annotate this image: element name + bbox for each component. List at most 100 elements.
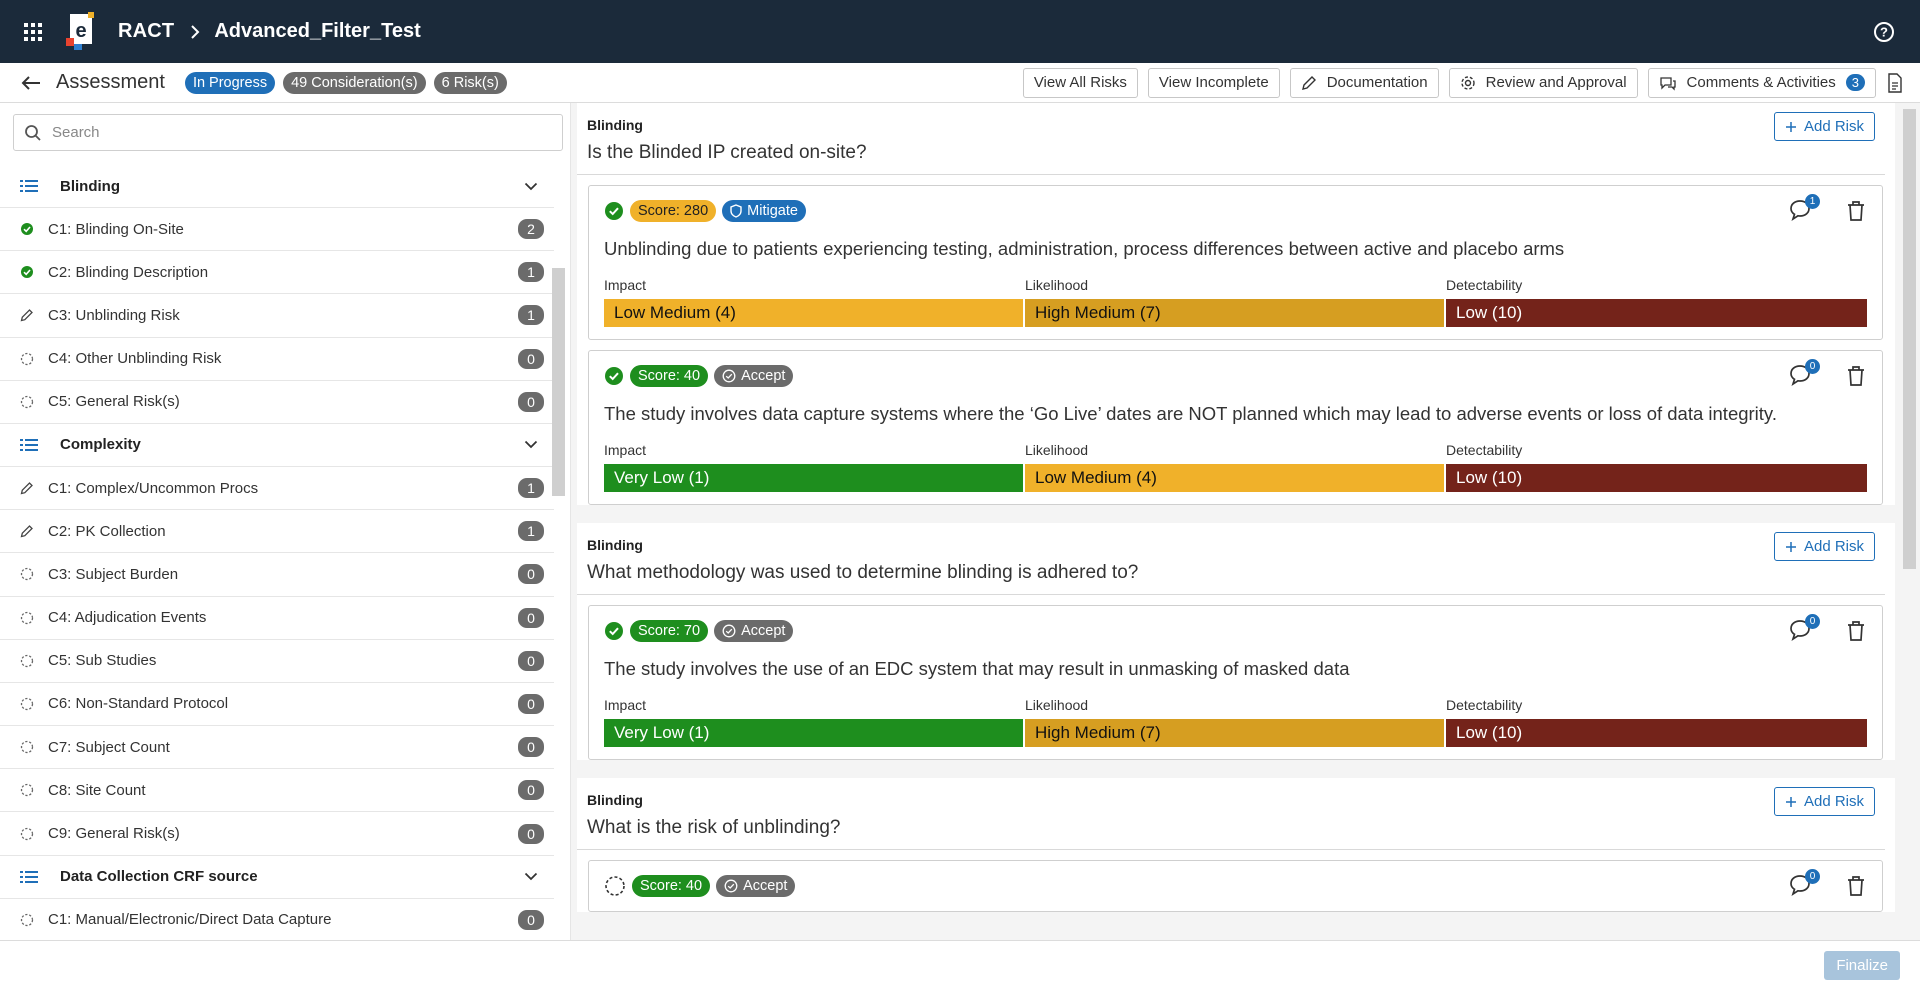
impact-label: Impact <box>604 697 647 713</box>
dashed-circle-icon <box>20 395 34 409</box>
sidebar-item[interactable]: C8: Site Count 0 <box>0 769 554 813</box>
sidebar-group-header[interactable]: Complexity <box>0 424 554 467</box>
risk-action-label: Accept <box>743 878 788 894</box>
likelihood-metric: Likelihood High Medium (7) <box>1025 277 1446 327</box>
risk-card-header: Score: 40 Accept <box>604 363 1867 389</box>
sidebar-item[interactable]: C4: Other Unblinding Risk 0 <box>0 338 554 381</box>
sidebar-item[interactable]: C7: Subject Count 0 <box>0 726 554 770</box>
view-all-risks-button[interactable]: View All Risks <box>1022 67 1138 98</box>
comment-icon[interactable]: 1 <box>1788 194 1820 226</box>
sidebar-item[interactable]: C1: Manual/Electronic/Direct Data Captur… <box>0 899 554 942</box>
likelihood-label: Likelihood <box>1025 277 1089 293</box>
likelihood-metric: Likelihood High Medium (7) <box>1025 697 1446 747</box>
comments-count-badge: 3 <box>1845 74 1865 91</box>
back-arrow-icon[interactable] <box>18 70 44 96</box>
comment-count-badge: 1 <box>1805 194 1820 209</box>
sidebar-group-header[interactable]: Blinding <box>0 165 554 208</box>
comment-icon[interactable]: 0 <box>1788 359 1820 391</box>
add-risk-button[interactable]: Add Risk <box>1773 787 1875 816</box>
sidebar-item[interactable]: C2: PK Collection 1 <box>0 510 554 554</box>
comment-icon[interactable]: 0 <box>1788 614 1820 646</box>
dashed-circle-icon <box>20 567 34 581</box>
sidebar-item[interactable]: C5: Sub Studies 0 <box>0 640 554 683</box>
chevron-down-icon[interactable] <box>524 182 538 191</box>
sidebar-item[interactable]: C1: Blinding On-Site 2 <box>0 208 554 252</box>
risk-action-badge: Accept <box>714 620 794 642</box>
likelihood-value[interactable]: Low Medium (4) <box>1025 464 1444 492</box>
sidebar-item-count: 0 <box>518 909 544 930</box>
review-approval-button[interactable]: Review and Approval <box>1448 67 1638 98</box>
dashed-circle-icon <box>20 352 34 366</box>
sidebar-item-label: C2: Blinding Description <box>48 263 209 281</box>
impact-label: Impact <box>604 442 647 458</box>
sidebar-item[interactable]: C3: Subject Burden 0 <box>0 553 554 597</box>
app-grid-icon[interactable] <box>18 17 48 47</box>
assessment-header: Assessment In Progress 49 Consideration(… <box>0 63 1920 103</box>
list-icon <box>20 438 38 452</box>
sidebar-item[interactable]: C1: Complex/Uncommon Procs 1 <box>0 467 554 511</box>
check-circle-icon <box>20 265 34 279</box>
sidebar-item[interactable]: C9: General Risk(s) 0 <box>0 812 554 856</box>
detectability-value[interactable]: Low (10) <box>1446 464 1867 492</box>
trash-icon[interactable] <box>1846 365 1870 389</box>
finalize-button[interactable]: Finalize <box>1824 951 1900 980</box>
add-risk-button[interactable]: Add Risk <box>1773 532 1875 561</box>
detectability-value[interactable]: Low (10) <box>1446 299 1867 327</box>
pencil-icon <box>20 524 34 538</box>
export-document-icon[interactable] <box>1884 68 1906 98</box>
risk-card: Score: 40 Accept 0 The study involves data … <box>588 350 1883 505</box>
sidebar-item[interactable]: C6: Non-Standard Protocol 0 <box>0 683 554 727</box>
chevron-down-icon[interactable] <box>524 872 538 881</box>
help-icon[interactable]: ? <box>1870 18 1898 46</box>
considerations-badge: 49 Consideration(s) <box>283 71 426 94</box>
sidebar-scrollbar[interactable] <box>552 268 565 496</box>
likelihood-value[interactable]: High Medium (7) <box>1025 719 1444 747</box>
trash-icon[interactable] <box>1846 620 1870 644</box>
risks-badge: 6 Risk(s) <box>433 71 507 94</box>
trash-icon[interactable] <box>1846 200 1870 224</box>
gear-icon <box>1460 75 1475 90</box>
content-scrollbar[interactable] <box>1903 109 1916 569</box>
chevron-down-icon[interactable] <box>524 440 538 449</box>
sidebar-item-count: 1 <box>518 478 544 499</box>
divider <box>577 174 1885 175</box>
search-input[interactable] <box>52 124 532 141</box>
add-risk-button[interactable]: Add Risk <box>1773 112 1875 141</box>
plus-icon <box>1785 121 1804 133</box>
divider <box>577 594 1885 595</box>
detectability-metric: Detectability Low (10) <box>1446 442 1867 492</box>
sidebar-item[interactable]: C4: Adjudication Events 0 <box>0 597 554 640</box>
sidebar-item-label: C4: Other Unblinding Risk <box>48 350 222 368</box>
detectability-label: Detectability <box>1446 697 1523 713</box>
sidebar-group-header[interactable]: Data Collection CRF source <box>0 856 554 899</box>
sidebar-item-count: 2 <box>518 219 544 240</box>
sidebar-item[interactable]: C5: General Risk(s) 0 <box>0 381 554 424</box>
question-text: Is the Blinded IP created on-site? <box>587 142 867 163</box>
impact-value[interactable]: Low Medium (4) <box>604 299 1023 327</box>
documentation-button[interactable]: Documentation <box>1289 67 1439 98</box>
sidebar-item[interactable]: C2: Blinding Description 1 <box>0 251 554 295</box>
risk-card-actions: 0 <box>1788 359 1870 391</box>
view-incomplete-button[interactable]: View Incomplete <box>1147 67 1280 98</box>
plus-icon <box>1785 796 1804 808</box>
detectability-value[interactable]: Low (10) <box>1446 719 1867 747</box>
comment-count-badge: 0 <box>1805 359 1820 374</box>
impact-value[interactable]: Very Low (1) <box>604 464 1023 492</box>
sidebar-item[interactable]: C3: Unblinding Risk 1 <box>0 294 554 338</box>
pencil-icon <box>1301 75 1316 90</box>
sidebar-item-label: C5: Sub Studies <box>48 652 157 670</box>
list-icon <box>20 870 38 884</box>
app-name[interactable]: RACT <box>118 20 174 43</box>
comment-icon[interactable]: 0 <box>1788 869 1820 901</box>
impact-value[interactable]: Very Low (1) <box>604 719 1023 747</box>
review-approval-label: Review and Approval <box>1485 74 1627 91</box>
risk-card-header: Score: 280 Mitigate <box>604 198 1867 224</box>
likelihood-value[interactable]: High Medium (7) <box>1025 299 1444 327</box>
trash-icon[interactable] <box>1846 875 1870 899</box>
question-header: Blinding What methodology was used to det… <box>577 523 1895 594</box>
risk-score-badge: Score: 280 <box>630 200 717 222</box>
sidebar-item-label: C1: Complex/Uncommon Procs <box>48 479 259 497</box>
comments-activities-button[interactable]: Comments & Activities 3 <box>1647 67 1876 98</box>
top-bar: e RACT Advanced_Filter_Test ? <box>0 0 1920 63</box>
dashed-circle-icon <box>20 783 34 797</box>
